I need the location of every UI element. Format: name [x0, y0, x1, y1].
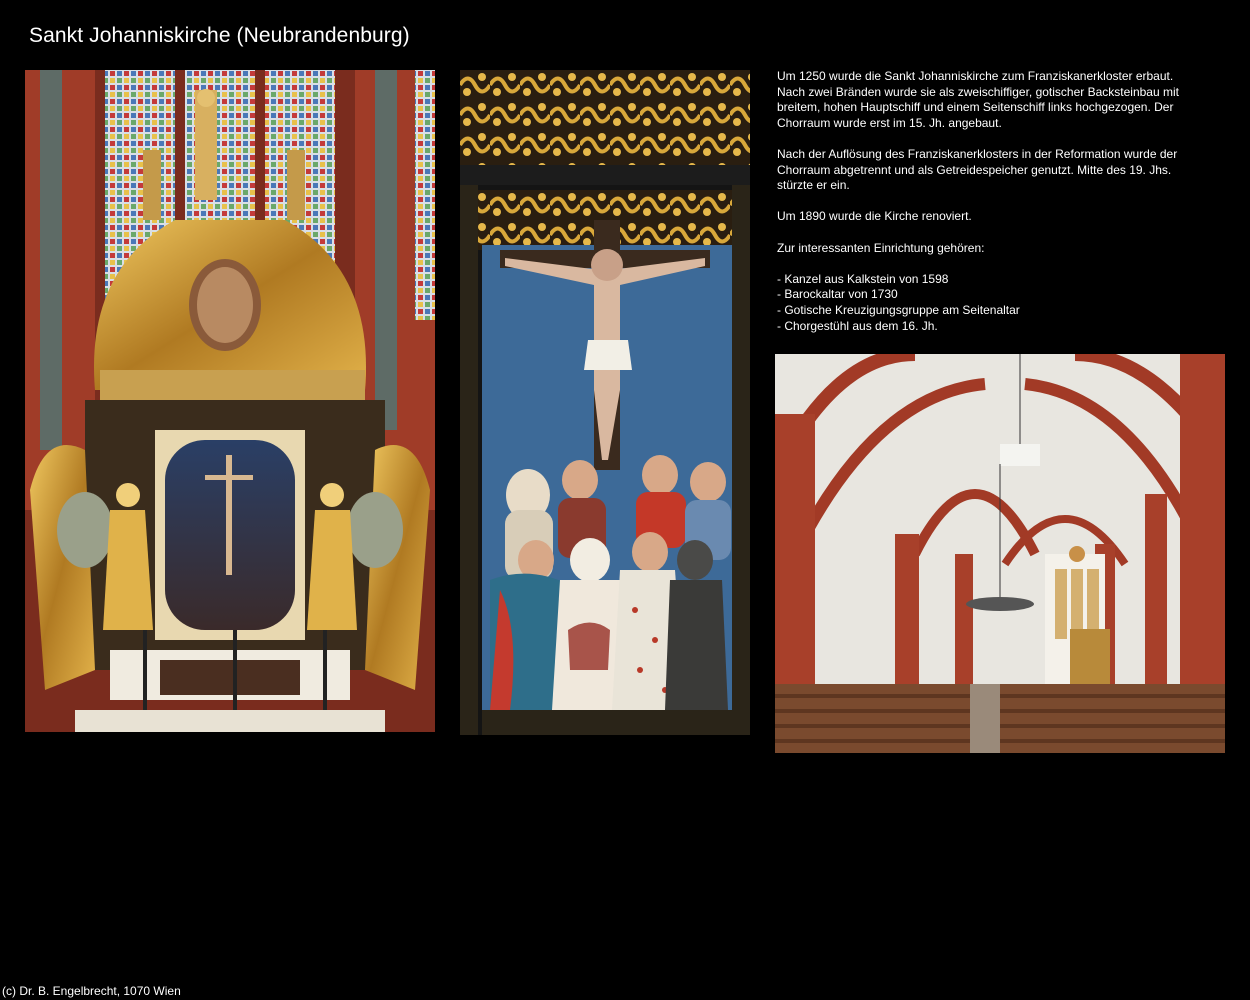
list-item: - Gotische Kreuzigungsgruppe am Seitenal…: [777, 302, 1020, 317]
list-item: - Chorgestühl aus dem 16. Jh.: [777, 318, 938, 333]
copyright-credit: (c) Dr. B. Engelbrecht, 1070 Wien: [2, 984, 181, 998]
features-intro: Zur interessanten Einrichtung gehören:: [777, 240, 985, 255]
description-paragraph: Um 1890 wurde die Kirche renoviert.: [777, 209, 972, 224]
list-item: - Kanzel aus Kalkstein von 1598: [777, 271, 949, 286]
crucifixion-group-photo[interactable]: [460, 70, 750, 735]
page-title: Sankt Johanniskirche (Neubrandenburg): [29, 24, 410, 47]
features-list: - Kanzel aus Kalkstein von 1598 - Barock…: [777, 272, 1197, 334]
description-paragraph: Nach der Auflösung des Franziskanerklost…: [777, 146, 1178, 193]
church-interior-photo[interactable]: [775, 354, 1225, 753]
description-paragraph: Um 1250 wurde die Sankt Johanniskirche z…: [777, 69, 1179, 130]
description: Um 1250 wurde die Sankt Johanniskirche z…: [777, 69, 1197, 334]
page: Sankt Johanniskirche (Neubrandenburg) Um…: [0, 0, 1250, 1000]
baroque-altar-photo[interactable]: [25, 70, 435, 732]
list-item: - Barockaltar von 1730: [777, 287, 898, 302]
